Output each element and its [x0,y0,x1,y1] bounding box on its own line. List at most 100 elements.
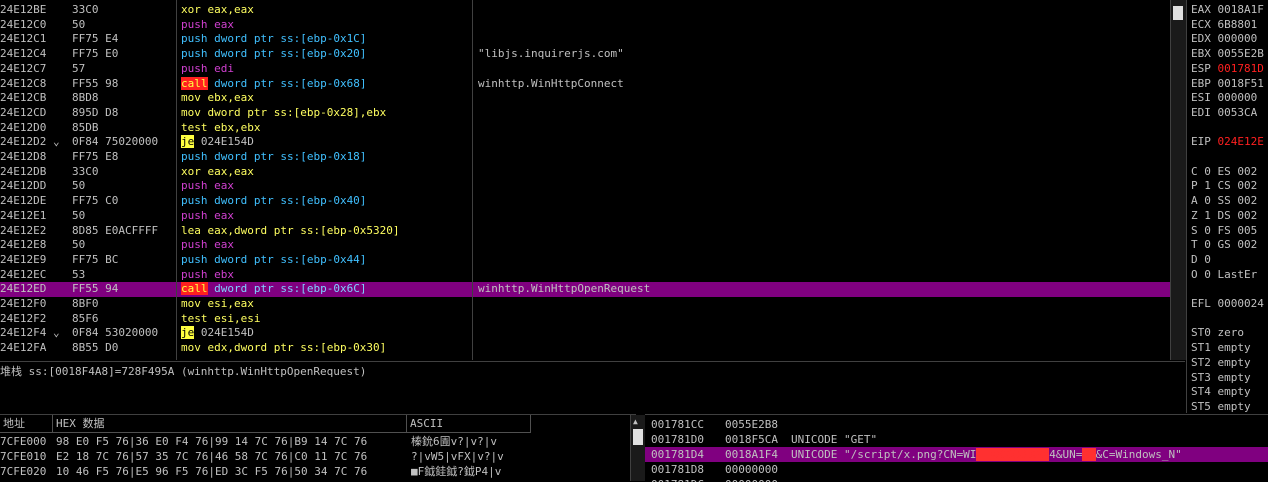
address-cell: 24E12EC [0,267,47,281]
dump-ascii: ■F鉞銈鉞?鉞P4|v [411,465,502,478]
instruction-part: push eax [181,238,234,252]
register-row[interactable]: EDI 0053CA [1191,106,1257,121]
hex-bytes-cell: 8D85 E0ACFFFF [72,223,159,237]
instruction-part: lea eax,dword ptr ss:[ebp-0x5320] [181,223,400,237]
instruction-cell: push dword ptr ss:[ebp-0x44] [181,253,366,268]
register-label: D 0 [1191,252,1218,266]
dump-header-hex[interactable]: HEX 数据 [53,415,407,433]
hex-bytes-cell: 53 [72,267,86,281]
stack-row[interactable]: 001781D8 00000000 [645,462,1268,477]
disassembly-scrollbar[interactable] [1170,0,1186,360]
scrollbar-thumb[interactable] [633,429,643,445]
scrollbar-thumb[interactable] [1173,6,1183,20]
register-value: 0018A1F [1217,3,1264,16]
address-cell: 24E12C8 [0,76,47,90]
address-cell: 24E12BE [0,3,47,16]
register-row[interactable]: ECX 6B8801 [1191,18,1257,33]
register-row[interactable]: P 1 CS 002 [1191,179,1257,194]
register-row[interactable]: EIP 024E12E [1191,135,1264,150]
register-row[interactable]: ST5 empty [1191,400,1251,413]
stack-row[interactable]: 001781CC 0055E2B8 [645,417,1268,432]
register-value: empty [1217,370,1251,384]
hex-bytes-cell: 895D D8 [72,105,119,119]
register-value: 0018F51 [1217,76,1264,90]
instruction-part: push dword ptr ss:[ebp-0x20] [181,47,367,61]
stack-value: 0018A1F4 [725,448,778,461]
hex-bytes-cell: 33C0 [72,164,99,178]
registers-pane[interactable]: EAX 0018A1F ECX 6B8801 EDX 000000 EBX 0055E… [1186,0,1268,413]
dump-header-ascii[interactable]: ASCII [407,415,531,433]
dump-hex: 98 E0 F5 76|36 E0 F4 76|99 14 7C 76|B9 1… [56,435,368,448]
dump-hex: E2 18 7C 76|57 35 7C 76|46 58 7C 76|C0 1… [56,450,368,463]
register-row[interactable]: ST0 zero [1191,326,1244,341]
instruction-part: test esi,esi [181,311,261,325]
register-label: Z 1 [1191,208,1218,222]
instruction-cell: mov esi,eax [181,297,254,312]
instruction-cell: lea eax,dword ptr ss:[ebp-0x5320] [181,224,400,239]
hex-bytes-cell: FF75 BC [72,252,119,266]
register-value: empty [1217,399,1251,413]
address-cell: 24E12DD [0,179,47,193]
register-value: GS 002 [1217,238,1258,252]
address-cell: 24E12E8 [0,238,47,252]
hex-bytes-cell: FF75 E8 [72,150,119,163]
dump-scrollbar[interactable]: ▲ [630,415,645,481]
dump-header-address[interactable]: 地址 [0,415,53,433]
scroll-up-icon[interactable]: ▲ [633,417,638,426]
register-row[interactable]: EDX 000000 [1191,32,1257,47]
register-row[interactable]: ESI 000000 [1191,91,1257,106]
stack-row[interactable]: 001781D4 0018A1F4 UNICODE "/script/x.png?C… [645,447,1268,462]
register-row[interactable]: D 0 [1191,253,1218,268]
stack-row[interactable]: 001781D0 0018F5CA UNICODE "GET" [645,432,1268,447]
comment-cell: "libjs.inquirerjs.com" [478,47,624,61]
register-row[interactable]: EAX 0018A1F [1191,3,1264,18]
register-value: SS 002 [1217,194,1258,208]
dump-address: 7CFE000 [0,435,47,448]
hex-bytes-cell: 8BF0 [72,297,99,310]
comment-text: &C=Windows_N" [1095,448,1182,461]
register-row[interactable]: ST3 empty [1191,371,1251,386]
register-value: 000000 [1217,32,1258,46]
register-label: A 0 [1191,194,1218,208]
stack-row[interactable]: 001781DC 00000000 [645,477,1268,482]
hex-bytes-cell: 57 [72,61,86,75]
register-value: FS 005 [1217,223,1258,237]
register-row[interactable]: ESP 001781D [1191,62,1264,77]
instruction-cell: mov dword ptr ss:[ebp-0x28],ebx [181,106,386,121]
instruction-cell: test esi,esi [181,312,260,327]
info-pane: 堆栈 ss:[0018F4A8]=728F495A (winhttp.WinHt… [0,361,1185,414]
register-label: ST4 [1191,385,1218,399]
stack-address: 001781D0 [651,433,704,446]
register-row[interactable]: EBX 0055E2B [1191,47,1264,62]
instruction-part: push ebx [181,267,234,281]
register-label: ST1 [1191,341,1218,355]
register-row[interactable]: T 0 GS 002 [1191,238,1257,253]
register-row[interactable]: C 0 ES 002 [1191,165,1257,180]
stack-pane[interactable]: 001781CC 0055E2B8 001781D0 0018F5CA UNICODE … [645,414,1268,482]
instruction-part: call [181,282,208,296]
column-divider [176,0,177,360]
register-value: empty [1217,355,1251,369]
register-row[interactable]: ST4 empty [1191,385,1251,400]
register-label: EFL [1191,297,1218,310]
stack-value: 0018F5CA [725,433,778,446]
address-cell: 24E12C0 [0,17,47,31]
hex-dump-pane[interactable]: 地址 HEX 数据 ASCII 7CFE000 98 E0 F5 76|36 E0… [0,414,636,482]
stack-comment: UNICODE "/script/x.png?CN=WIN-XXXXXXXXX4… [791,447,1182,462]
hex-bytes-cell: 0F84 53020000 [72,326,159,340]
register-row[interactable]: ST2 empty [1191,356,1251,371]
register-row[interactable]: O 0 LastEr [1191,268,1257,283]
dump-address: 7CFE020 [0,465,47,478]
register-row[interactable]: EBP 0018F51 [1191,77,1264,92]
register-row[interactable]: Z 1 DS 002 [1191,209,1257,224]
register-label: ST2 [1191,355,1218,369]
register-row[interactable]: EFL 0000024 [1191,297,1264,312]
instruction-part: push dword ptr ss:[ebp-0x18] [181,150,367,163]
instruction-cell: mov edx,dword ptr ss:[ebp-0x30] [181,341,386,356]
register-value: zero [1217,326,1245,340]
register-label: T 0 [1191,238,1218,252]
register-value: 001781D [1217,61,1264,75]
register-row[interactable]: S 0 FS 005 [1191,224,1257,239]
register-row[interactable]: A 0 SS 002 [1191,194,1257,209]
register-row[interactable]: ST1 empty [1191,341,1251,356]
